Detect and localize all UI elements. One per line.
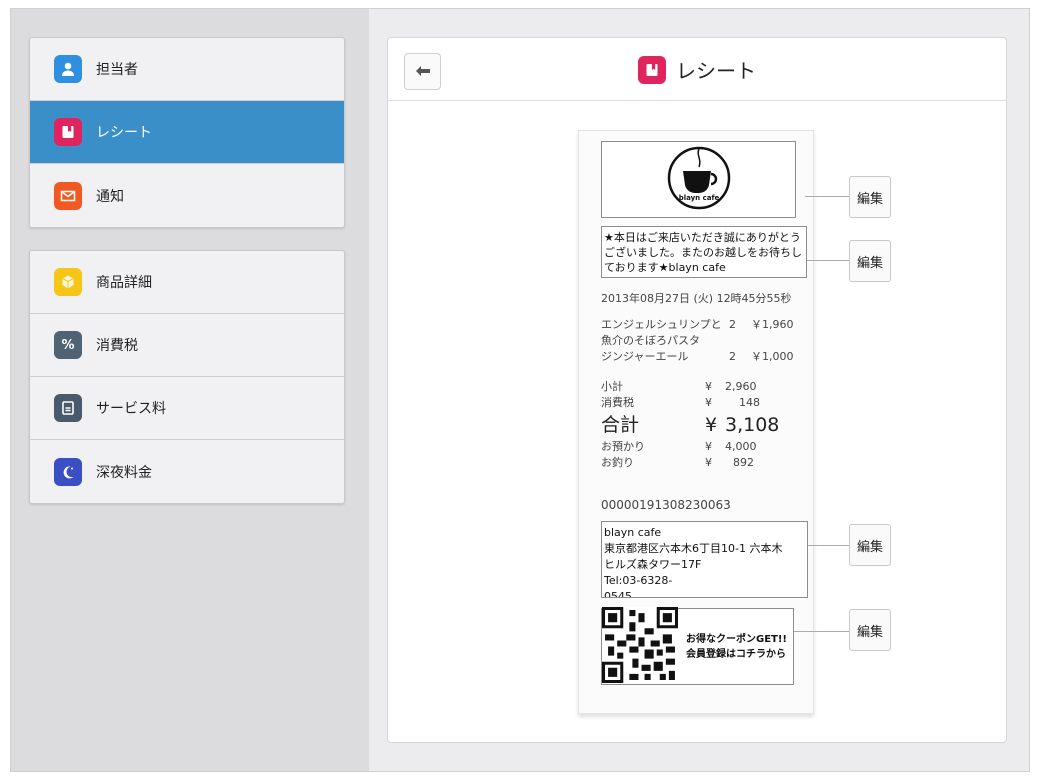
percent-icon: % — [54, 331, 82, 359]
receipt-icon — [54, 118, 82, 146]
sidebar-item-late-night-fee[interactable]: 深夜料金 — [30, 440, 344, 503]
back-button[interactable] — [404, 53, 441, 90]
svg-text:blayn cafe: blayn cafe — [678, 194, 719, 202]
sidebar: 担当者 レシート 通知 商品詳細 % 消費税 サービス料 深夜料金 — [11, 9, 369, 771]
cube-icon — [54, 268, 82, 296]
tax-row: 消費税 ¥ 148 — [601, 396, 760, 409]
connector-line — [805, 196, 849, 197]
sidebar-item-service-charge[interactable]: サービス料 — [30, 377, 344, 440]
receipt-panel: レシート blayn cafe ★本日はご来店いただき誠にありがとうございました… — [387, 37, 1007, 743]
list-item: 魚介のそぼろパスタ — [601, 333, 801, 349]
sidebar-group-pricing: 商品詳細 % 消費税 サービス料 深夜料金 — [29, 250, 345, 504]
item-qty: 2 — [729, 350, 736, 363]
sidebar-item-receipt[interactable]: レシート — [30, 101, 344, 164]
receipt-logo-box[interactable]: blayn cafe — [601, 141, 796, 218]
receipt-footer-address[interactable]: blayn cafe 東京都港区六本木6丁目10-1 六本木 ヒルズ森タワー17… — [601, 521, 808, 598]
subtotal-row: 小計 ¥ 2,960 — [601, 380, 757, 393]
sidebar-item-label: レシート — [96, 125, 152, 141]
list-item: エンジェルシュリンプと 2 ￥1,960 — [601, 317, 801, 333]
sidebar-item-label: サービス料 — [96, 401, 166, 417]
list-item: ジンジャーエール 2 ￥1,000 — [601, 349, 801, 365]
connector-line — [794, 631, 849, 632]
sidebar-item-consumption-tax[interactable]: % 消費税 — [30, 314, 344, 377]
sidebar-item-staff[interactable]: 担当者 — [30, 38, 344, 101]
receipt-header-message[interactable]: ★本日はご来店いただき誠にありがとうございました。またのお越しをお待ちしておりま… — [601, 226, 807, 278]
item-price: ￥1,960 — [751, 318, 794, 331]
sidebar-item-label: 消費税 — [96, 338, 138, 354]
receipt-number: 00000191308230063 — [601, 498, 731, 512]
moon-icon — [54, 457, 82, 486]
mail-icon — [54, 181, 82, 210]
sidebar-item-product-detail[interactable]: 商品詳細 — [30, 251, 344, 314]
cafe-logo: blayn cafe — [666, 145, 732, 215]
connector-line — [807, 260, 849, 261]
sidebar-item-notification[interactable]: 通知 — [30, 164, 344, 227]
change-row: お釣り ¥ 892 — [601, 456, 754, 469]
qr-code-icon — [602, 606, 678, 687]
edit-address-button[interactable]: 編集 — [849, 524, 891, 566]
sidebar-group-settings: 担当者 レシート 通知 — [29, 37, 345, 228]
sidebar-item-label: 商品詳細 — [96, 275, 152, 291]
page-title-label: レシート — [676, 59, 756, 83]
receipt-coupon-box[interactable]: お得なクーポンGET!! 会員登録はコチラから — [601, 606, 794, 687]
edit-message-button[interactable]: 編集 — [849, 240, 891, 282]
sidebar-item-label: 深夜料金 — [96, 464, 152, 481]
item-qty: 2 — [729, 318, 736, 331]
item-name: 魚介のそぼろパスタ — [601, 334, 700, 347]
receipt-preview: blayn cafe ★本日はご来店いただき誠にありがとうございました。またのお… — [578, 130, 814, 714]
edit-coupon-button[interactable]: 編集 — [849, 609, 891, 651]
panel-header: レシート — [388, 38, 1006, 101]
receipt-datetime: 2013年08月27日 (火) 12時45分55秒 — [601, 292, 792, 305]
receipt-items: エンジェルシュリンプと 2 ￥1,960 魚介のそぼろパスタ ジンジャーエール … — [601, 317, 801, 365]
person-icon — [54, 55, 82, 83]
sidebar-item-label: 担当者 — [96, 62, 138, 78]
page-title: レシート — [388, 38, 1006, 101]
document-icon — [54, 394, 82, 422]
item-name: エンジェルシュリンプと — [601, 318, 722, 331]
total-row: 合計 ¥ 3,108 — [601, 414, 780, 436]
connector-line — [808, 545, 849, 546]
item-name: ジンジャーエール — [601, 350, 689, 363]
coupon-text: お得なクーポンGET!! 会員登録はコチラから — [686, 633, 787, 660]
paid-row: お預かり ¥ 4,000 — [601, 440, 757, 453]
edit-logo-button[interactable]: 編集 — [849, 176, 891, 218]
item-price: ￥1,000 — [751, 350, 794, 363]
app-frame: 担当者 レシート 通知 商品詳細 % 消費税 サービス料 深夜料金 レシート b… — [10, 8, 1030, 772]
receipt-icon — [638, 55, 666, 84]
receipt-totals: 小計 ¥ 2,960 消費税 ¥ 148 合計 ¥ 3,108 お預かり ¥ 4… — [601, 379, 779, 471]
back-arrow-icon — [415, 62, 431, 81]
sidebar-item-label: 通知 — [96, 188, 124, 205]
